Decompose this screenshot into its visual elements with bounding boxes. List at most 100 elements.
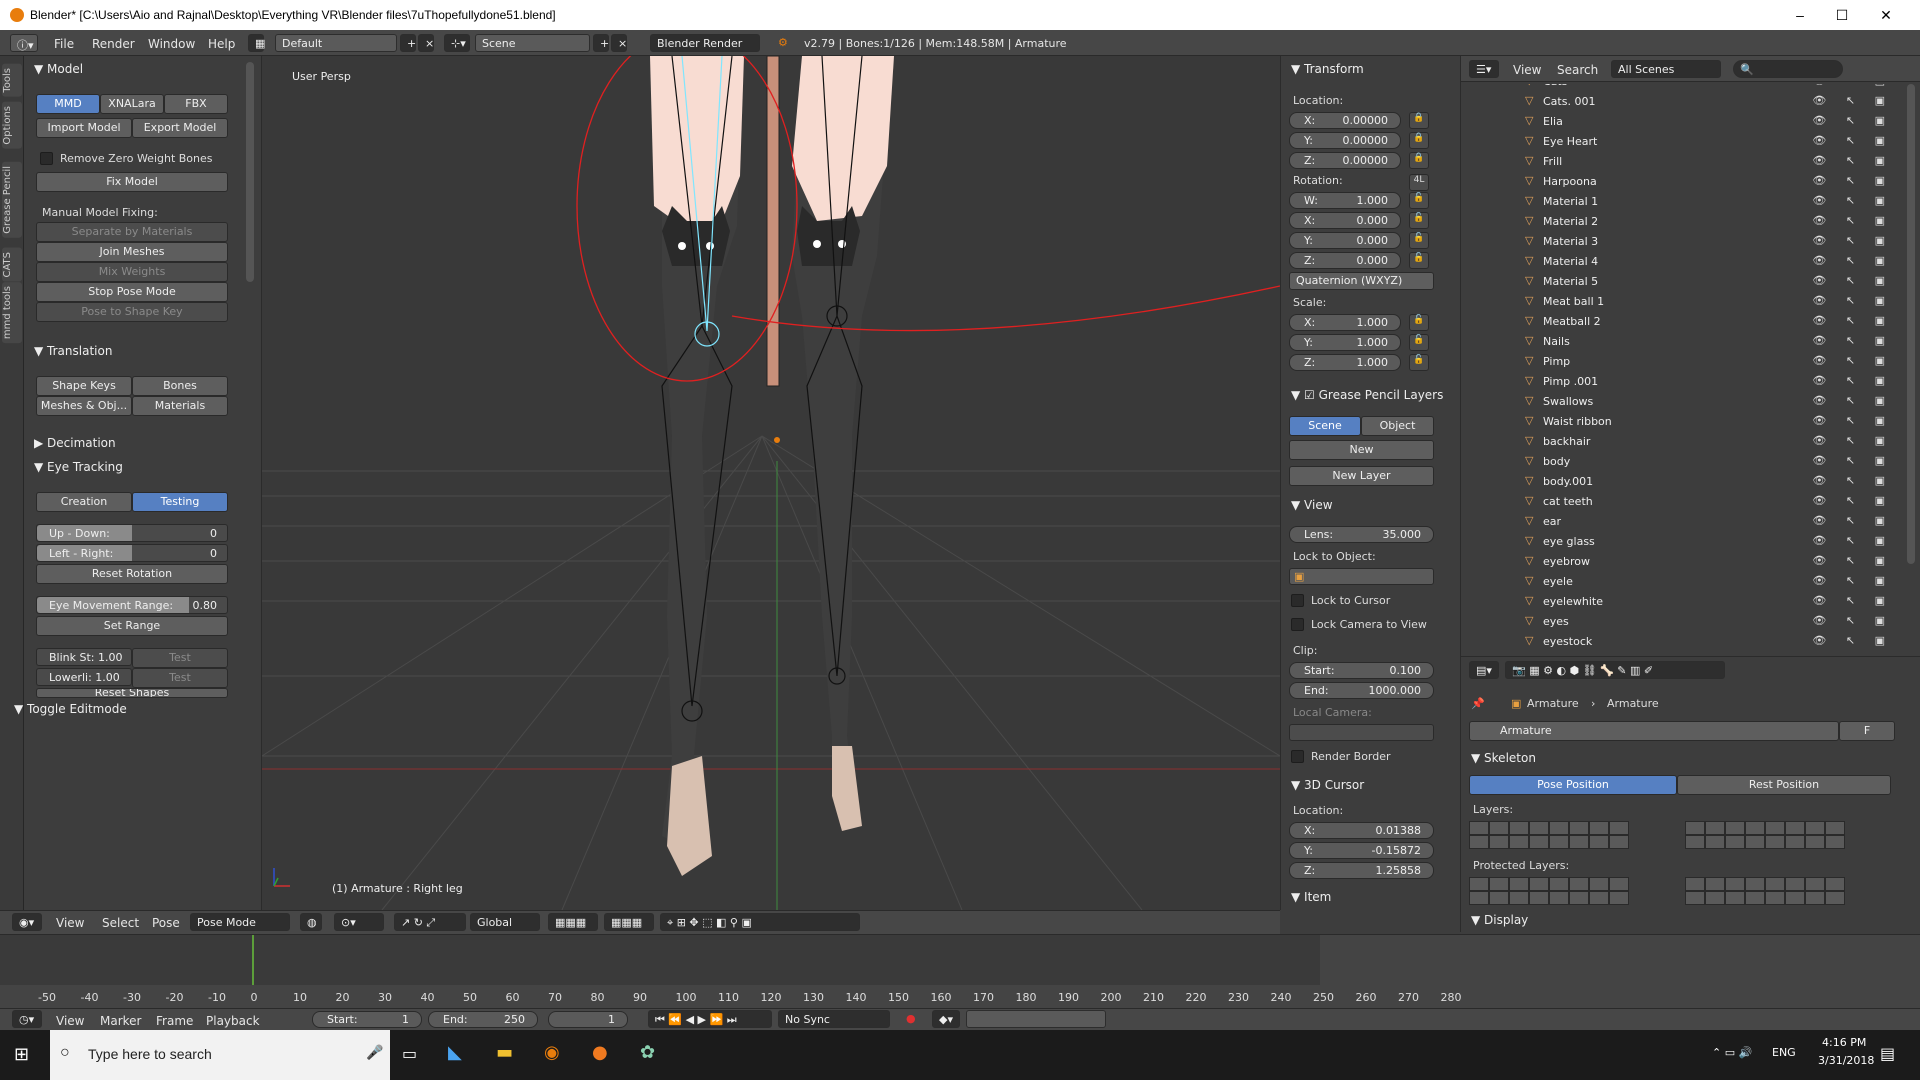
3d-cursor-panel-title[interactable]: ▼ 3D Cursor — [1291, 778, 1364, 792]
visibility-icons[interactable]: 👁 ↖ ▣ — [1812, 434, 1893, 447]
visibility-icons[interactable]: 👁 ↖ ▣ — [1812, 314, 1893, 327]
location-z-field[interactable]: Z: 0.00000 — [1289, 152, 1401, 169]
visibility-icons[interactable]: 👁 ↖ ▣ — [1812, 414, 1893, 427]
sync-dropdown[interactable]: No Sync — [778, 1010, 890, 1028]
taskbar-search[interactable]: ○ Type here to search 🎤 — [50, 1030, 390, 1080]
visibility-icons[interactable]: 👁 ↖ ▣ — [1812, 254, 1893, 267]
outliner-row[interactable]: ▽ Harpoona 👁 ↖ ▣ — [1461, 172, 1901, 192]
notifications-icon[interactable]: ▤ — [1880, 1044, 1895, 1063]
visibility-icons[interactable]: 👁 ↖ ▣ — [1812, 634, 1893, 647]
visibility-icons[interactable]: 👁 ↖ ▣ — [1812, 454, 1893, 467]
remove-zero-checkbox[interactable] — [40, 152, 53, 165]
outliner-search-input[interactable]: 🔍 — [1733, 60, 1843, 78]
breadcrumb-object[interactable]: Armature — [1527, 697, 1579, 710]
scene-dropdown[interactable]: Scene — [475, 34, 590, 52]
set-range-button[interactable]: Set Range — [36, 616, 228, 636]
model-panel-title[interactable]: ▼ Model — [34, 62, 83, 76]
mode-dropdown[interactable]: Pose Mode — [190, 913, 290, 931]
pivot-icon[interactable]: ⊙▾ — [334, 913, 384, 931]
outliner-row[interactable]: ▽ Material 1 👁 ↖ ▣ — [1461, 192, 1901, 212]
lock-icon[interactable]: 🔒 — [1409, 132, 1429, 149]
keying-set-field[interactable] — [966, 1010, 1106, 1028]
menu-file[interactable]: File — [54, 37, 74, 51]
visibility-icons[interactable]: 👁 ↖ ▣ — [1812, 294, 1893, 307]
eye-range-slider[interactable]: Eye Movement Range: 0.80 — [36, 596, 228, 614]
menu-select[interactable]: Select — [102, 916, 139, 930]
lock-camera-checkbox[interactable] — [1291, 618, 1304, 631]
screen-layout-icon[interactable]: ▦ — [248, 34, 265, 52]
outliner-row[interactable]: ▽ eyestock 👁 ↖ ▣ — [1461, 632, 1901, 652]
translation-panel-title[interactable]: ▼ Translation — [34, 344, 112, 358]
render-border-checkbox[interactable] — [1291, 750, 1304, 763]
visibility-icons[interactable]: 👁 ↖ ▣ — [1812, 214, 1893, 227]
tab-mmd[interactable]: MMD — [36, 94, 100, 114]
visibility-icons[interactable]: 👁 ↖ ▣ — [1812, 554, 1893, 567]
item-panel-title[interactable]: ▼ Item — [1291, 890, 1331, 904]
menu-window[interactable]: Window — [148, 37, 195, 51]
join-meshes-button[interactable]: Join Meshes — [36, 242, 228, 262]
lock-cursor-checkbox[interactable] — [1291, 594, 1304, 607]
outliner-row[interactable]: ▽ eye glass 👁 ↖ ▣ — [1461, 532, 1901, 552]
view-panel-title[interactable]: ▼ View — [1291, 498, 1333, 512]
shading-icon[interactable]: ◍ — [300, 913, 322, 931]
rotation-mode-badge[interactable]: 4L — [1409, 174, 1429, 191]
file-explorer-icon[interactable]: ▬ — [496, 1042, 513, 1063]
cursor-z-field[interactable]: Z: 1.25858 — [1289, 862, 1434, 879]
materials-button[interactable]: Materials — [132, 396, 228, 416]
decimation-panel-title[interactable]: ▶ Decimation — [34, 436, 116, 450]
outliner-row[interactable]: ▽ ear 👁 ↖ ▣ — [1461, 512, 1901, 532]
remove-layout-icon[interactable]: × — [418, 34, 434, 52]
outliner-row[interactable]: ▽ Eye Heart 👁 ↖ ▣ — [1461, 132, 1901, 152]
clip-end-field[interactable]: End: 1000.000 — [1289, 682, 1434, 699]
reset-shapes-button[interactable]: Reset Shapes — [36, 688, 228, 698]
lock-icon[interactable]: 🔓 — [1409, 354, 1429, 371]
maximize-button[interactable]: ☐ — [1822, 4, 1862, 26]
scene-icon[interactable]: ⊹▾ — [444, 34, 470, 52]
outliner-row[interactable]: ▽ Material 2 👁 ↖ ▣ — [1461, 212, 1901, 232]
fix-model-button[interactable]: Fix Model — [36, 172, 228, 192]
scale-z-field[interactable]: Z: 1.000 — [1289, 354, 1401, 371]
tab-xnalara[interactable]: XNALara — [100, 94, 164, 114]
testing-tab[interactable]: Testing — [132, 492, 228, 512]
outliner-row[interactable]: ▽ Material 5 👁 ↖ ▣ — [1461, 272, 1901, 292]
lock-icon[interactable]: 🔓 — [1409, 334, 1429, 351]
outliner-row[interactable]: ▽ eyelewhite 👁 ↖ ▣ — [1461, 592, 1901, 612]
tab-fbx[interactable]: FBX — [164, 94, 228, 114]
eye-tracking-panel-title[interactable]: ▼ Eye Tracking — [34, 460, 123, 474]
visibility-icons[interactable]: 👁 ↖ ▣ — [1812, 614, 1893, 627]
lock-icon[interactable]: 🔓 — [1409, 192, 1429, 209]
cursor-x-field[interactable]: X: 0.01388 — [1289, 822, 1434, 839]
armature-name-field[interactable]: Armature — [1469, 721, 1839, 741]
visibility-icons[interactable]: 👁 ↖ ▣ — [1812, 234, 1893, 247]
visibility-icons[interactable]: 👁 ↖ ▣ — [1812, 114, 1893, 127]
keying-icon[interactable]: ◆▾ — [932, 1010, 960, 1028]
language-indicator[interactable]: ENG — [1772, 1046, 1796, 1059]
menu-view[interactable]: View — [56, 1014, 84, 1028]
reset-rotation-button[interactable]: Reset Rotation — [36, 564, 228, 584]
stop-pose-mode-button[interactable]: Stop Pose Mode — [36, 282, 228, 302]
bone-layers-grid-right[interactable] — [1685, 821, 1845, 849]
app-icon[interactable]: ✿ — [640, 1042, 655, 1063]
menu-help[interactable]: Help — [208, 37, 235, 51]
outliner-row[interactable]: ▽ cat teeth 👁 ↖ ▣ — [1461, 492, 1901, 512]
outliner-row[interactable]: ▽ eyes 👁 ↖ ▣ — [1461, 612, 1901, 632]
visibility-icons[interactable]: 👁 ↖ ▣ — [1812, 134, 1893, 147]
visibility-icons[interactable]: 👁 ↖ ▣ — [1812, 274, 1893, 287]
rotation-w-field[interactable]: W: 1.000 — [1289, 192, 1401, 209]
outliner-row[interactable]: ▽ Material 3 👁 ↖ ▣ — [1461, 232, 1901, 252]
blink-slider[interactable]: Blink St: 1.00 — [36, 648, 132, 666]
rotation-y-field[interactable]: Y: 0.000 — [1289, 232, 1401, 249]
protected-layers-grid-left[interactable] — [1469, 877, 1629, 905]
tab-mmd-tools[interactable]: mmd tools — [2, 282, 22, 344]
transform-panel-title[interactable]: ▼ Transform — [1291, 62, 1364, 76]
menu-search[interactable]: Search — [1557, 63, 1598, 77]
outliner-row[interactable]: ▽ Material 4 👁 ↖ ▣ — [1461, 252, 1901, 272]
lens-field[interactable]: Lens: 35.000 — [1289, 526, 1434, 543]
visibility-icons[interactable]: 👁 ↖ ▣ — [1812, 354, 1893, 367]
record-icon[interactable]: ● — [906, 1012, 916, 1025]
microphone-icon[interactable]: 🎤 — [366, 1044, 383, 1061]
skeleton-panel-title[interactable]: ▼ Skeleton — [1471, 751, 1536, 765]
gp-new-button[interactable]: New — [1289, 440, 1434, 460]
left-right-slider[interactable]: Left - Right: 0 — [36, 544, 228, 562]
import-model-button[interactable]: Import Model — [36, 118, 132, 138]
